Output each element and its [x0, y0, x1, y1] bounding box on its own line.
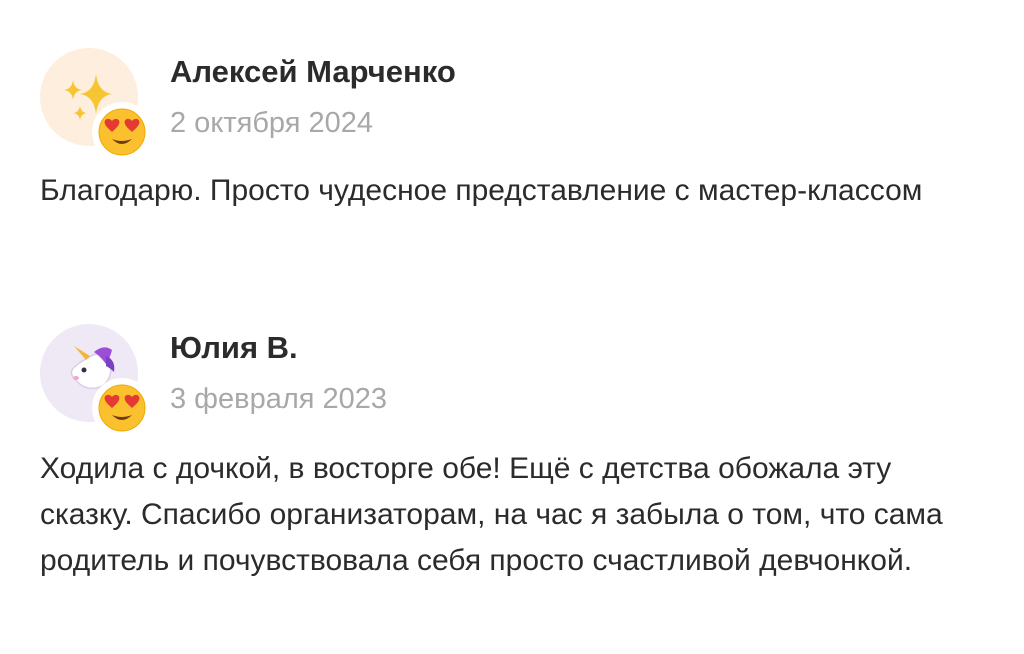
review-header: Алексей Марченко 2 октября 2024 [40, 48, 980, 162]
review-text: Ходила с дочкой, в восторге обе! Ещё с д… [40, 452, 943, 577]
review-date: 2 октября 2024 [170, 107, 373, 139]
reaction-badge [92, 378, 152, 438]
review-date: 3 февраля 2023 [170, 383, 388, 415]
heart-eyes-emoji-icon [98, 108, 146, 156]
reaction-badge [92, 102, 152, 162]
review-header: Юлия В. 3 февраля 2023 [40, 324, 980, 438]
review-author-name[interactable]: Юлия В. [170, 330, 298, 366]
review-author-name[interactable]: Алексей Марченко [170, 54, 456, 90]
review-text: Благодарю. Просто чудесное представление… [40, 174, 923, 207]
review-card: Юлия В. 3 февраля 2023 Ходила с дочкой, … [40, 324, 980, 577]
heart-eyes-emoji-icon [98, 384, 146, 432]
review-card: Алексей Марченко 2 октября 2024 Благодар… [40, 48, 980, 207]
